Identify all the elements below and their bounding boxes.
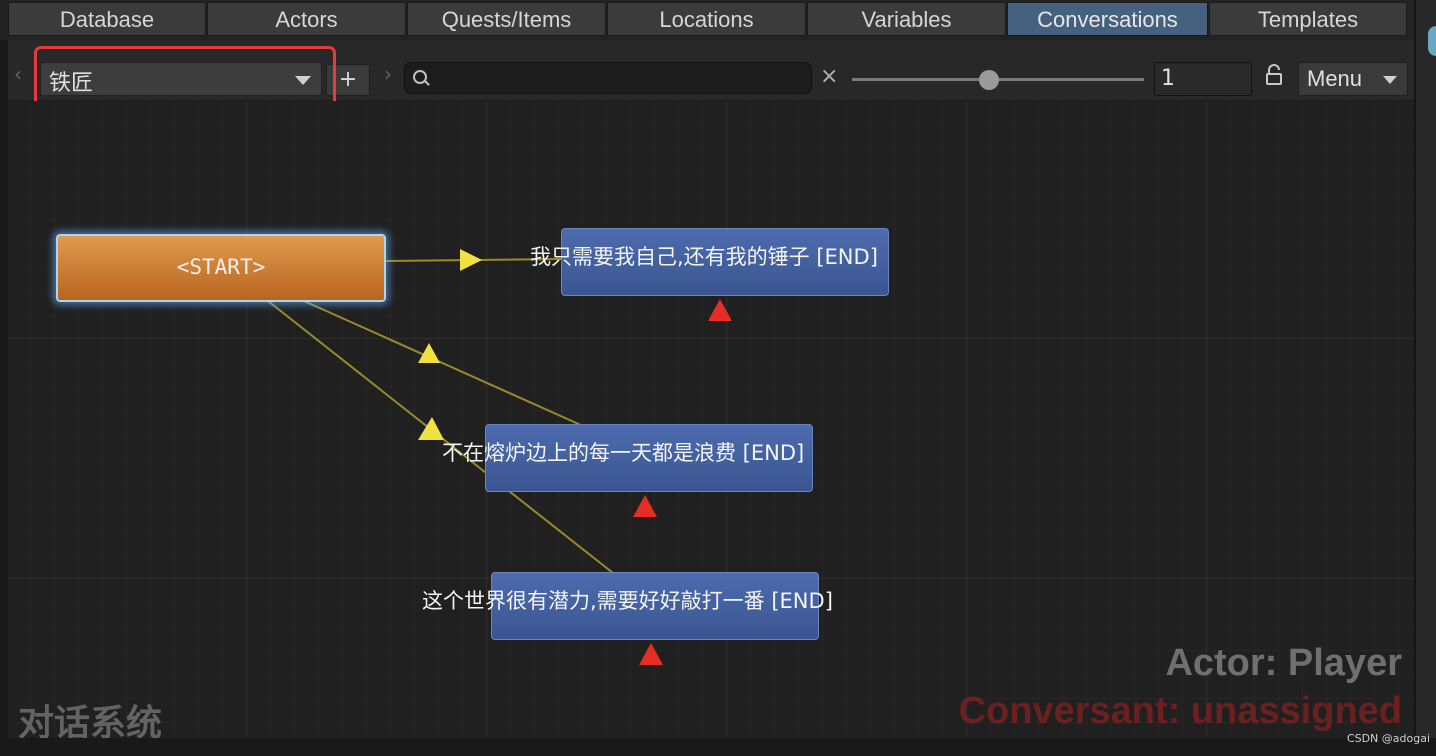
start-node[interactable]: <START> — [56, 234, 386, 302]
window-right-edge — [1414, 0, 1436, 756]
tab-actors[interactable]: Actors — [207, 2, 406, 36]
dialogue-node-3-text: 这个世界很有潜力,需要好好敲打一番 [END] — [422, 589, 833, 613]
link-arrow-3 — [418, 417, 444, 440]
dialogue-node-2-text: 不在熔炉边上的每一天都是浪费 [END] — [442, 441, 805, 465]
inspector-indicator-icon — [1428, 26, 1436, 56]
end-marker-icon — [633, 495, 657, 517]
menu-button[interactable]: Menu — [1298, 62, 1408, 96]
tab-conversations[interactable]: Conversations — [1007, 2, 1208, 36]
zoom-field[interactable]: 1 — [1154, 62, 1252, 96]
tab-variables[interactable]: Variables — [807, 2, 1006, 36]
conversant-label: Conversant: unassigned — [958, 690, 1402, 732]
tab-quests-items[interactable]: Quests/Items — [407, 2, 606, 36]
dialogue-node-2[interactable]: 不在熔炉边上的每一天都是浪费 [END] — [442, 424, 813, 492]
tab-database[interactable]: Database — [8, 2, 206, 36]
tab-locations[interactable]: Locations — [607, 2, 806, 36]
actor-label: Actor: Player — [1165, 642, 1402, 684]
zoom-slider-handle[interactable] — [979, 70, 1000, 90]
next-conversation-icon[interactable]: › — [384, 62, 392, 86]
search-icon — [413, 70, 427, 84]
end-marker-icon — [639, 643, 663, 665]
lock-icon[interactable] — [1266, 64, 1282, 86]
search-input[interactable] — [404, 62, 812, 94]
previous-conversation-icon[interactable]: ‹ — [14, 62, 22, 86]
watermark: CSDN @adogai — [1346, 732, 1430, 745]
status-bar — [0, 738, 1436, 756]
menu-button-label: Menu — [1307, 66, 1363, 91]
dialogue-node-1-text: 我只需要我自己,还有我的锤子 [END] — [530, 245, 878, 269]
end-marker-icon — [708, 299, 732, 321]
tab-templates[interactable]: Templates — [1209, 2, 1407, 36]
tab-bar: Database Actors Quests/Items Locations V… — [0, 0, 1436, 40]
chevron-down-icon — [1383, 76, 1397, 84]
dialogue-node-3[interactable]: 这个世界很有潜力,需要好好敲打一番 [END] — [422, 572, 833, 640]
link-arrow-1 — [460, 249, 482, 271]
clear-search-icon[interactable]: × — [820, 64, 838, 89]
window-left-edge — [0, 0, 8, 756]
dialogue-node-1[interactable]: 我只需要我自己,还有我的锤子 [END] — [530, 228, 889, 296]
